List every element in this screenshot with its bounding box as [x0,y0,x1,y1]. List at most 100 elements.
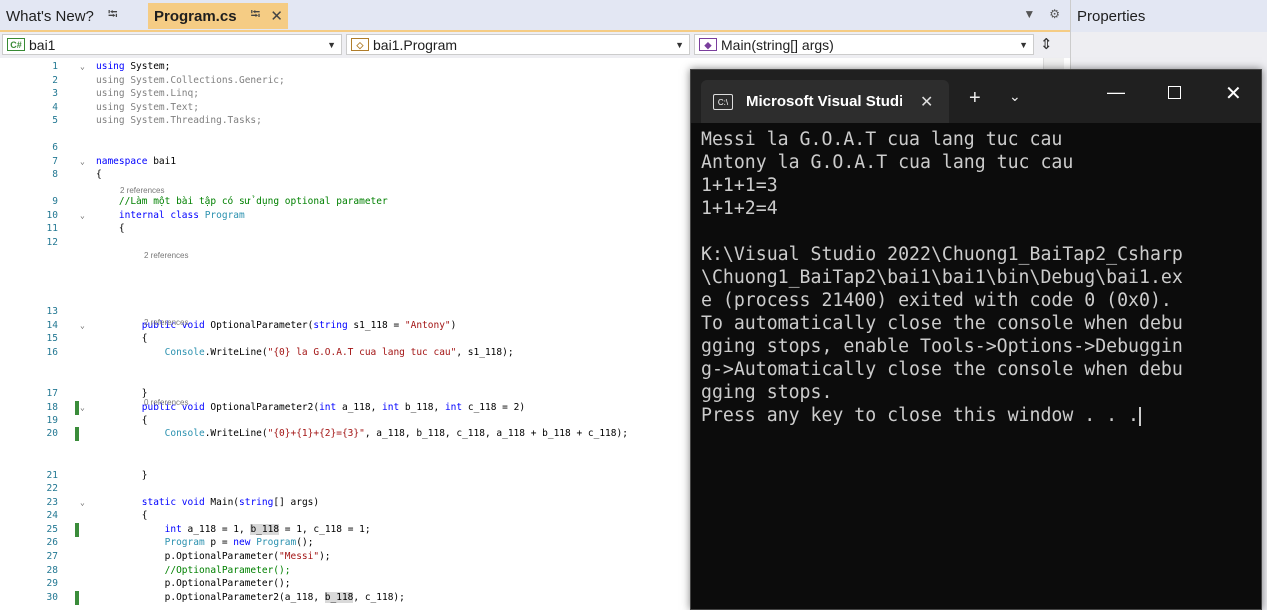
console-tab-title: Microsoft Visual Studio Debug Console [746,93,902,110]
line-number: 2 [52,75,58,86]
line-number: 26 [46,537,58,548]
method-icon: ◆ [699,38,717,51]
pin-icon[interactable]: ⭾ [251,5,261,27]
line-number: 13 [46,306,58,317]
code-text: p.OptionalParameter("Messi"); [96,551,331,562]
console-line: 1+1+1=3 [701,175,778,196]
class-dropdown-value: bai1.Program [373,36,458,53]
plus-icon[interactable]: + [969,87,981,110]
console-line: gging stops. [701,382,833,403]
code-text: using System; [96,61,171,72]
code-text: { [96,169,102,180]
text-cursor [1139,406,1141,426]
line-number: 12 [46,237,58,248]
line-number: 10 [46,210,58,221]
code-text: p.OptionalParameter(); [96,578,291,589]
line-number: 27 [46,551,58,562]
chevron-down-icon: ▼ [327,39,336,50]
line-number: 7 [52,156,58,167]
document-tab-bar: What's New? ⭾ Program.cs ⭾ ✕ ▼ ⚙ [0,0,1070,32]
console-output: Messi la G.O.A.T cua lang tuc cau Antony … [701,128,1241,427]
line-number: 29 [46,578,58,589]
code-text: { [96,223,125,234]
console-line: e (process 21400) exited with code 0 (0x… [701,290,1172,311]
tab-program-cs[interactable]: Program.cs ⭾ ✕ [148,3,288,29]
project-dropdown[interactable]: C# bai1 ▼ [2,34,342,55]
line-number: 24 [46,510,58,521]
line-number: 20 [46,428,58,439]
tab-whats-new[interactable]: What's New? ⭾ [0,3,140,29]
class-dropdown[interactable]: ◇ bai1.Program ▼ [346,34,690,55]
console-line: K:\Visual Studio 2022\Chuong1_BaiTap2_Cs… [701,244,1183,265]
project-dropdown-value: bai1 [29,36,56,53]
properties-title: Properties [1071,0,1267,32]
split-editor-icon[interactable]: ⇕ [1040,35,1053,53]
code-text: { [96,333,148,344]
line-number: 22 [46,483,58,494]
console-line: Press any key to close this window . . . [701,405,1141,426]
line-number: 19 [46,415,58,426]
debug-console-window[interactable]: C:\ Microsoft Visual Studio Debug Consol… [690,69,1262,610]
line-number: 6 [52,142,58,153]
change-marker [75,427,79,441]
console-line: To automatically close the console when … [701,313,1183,334]
pin-icon[interactable]: ⭾ [108,5,118,27]
close-icon[interactable]: ✕ [270,7,283,25]
line-number: 17 [46,388,58,399]
tab-overflow-dropdown-icon[interactable]: ▼ [1023,7,1035,21]
code-text: Console.WriteLine("{0}+{1}+{2}={3}", a_1… [164,428,628,439]
codelens-references[interactable]: 2 references [144,317,188,328]
codelens-references[interactable]: 2 references [144,250,188,261]
code-text: using System.Threading.Tasks; [96,115,262,126]
console-tab[interactable]: C:\ Microsoft Visual Studio Debug Consol… [701,80,949,123]
window-close-icon[interactable]: ✕ [1225,81,1242,106]
code-text: static void Main(string[] args) [141,497,320,508]
csharp-project-icon: C# [7,38,25,51]
console-line: 1+1+2=4 [701,198,778,219]
tab-program-cs-label: Program.cs [154,7,237,25]
line-number: 5 [52,115,58,126]
code-text: Console.WriteLine("{0} la G.O.A.T cua la… [164,347,514,358]
minimize-icon[interactable]: — [1107,82,1125,103]
chevron-down-icon[interactable]: ⌄ [1009,88,1021,105]
line-number: 14 [46,320,58,331]
change-marker [75,591,79,605]
code-text: internal class Program [118,210,245,221]
close-icon[interactable]: ✕ [920,92,933,112]
line-number: 15 [46,333,58,344]
code-text: //Làm một bài tập có sử dụng optional pa… [118,196,388,207]
code-text: p.OptionalParameter2(a_118, b_118, c_118… [96,592,405,603]
chevron-down-icon: ▼ [1019,39,1028,50]
console-line: gging stops, enable Tools->Options->Debu… [701,336,1183,357]
line-number: 28 [46,565,58,576]
code-text: using System.Collections.Generic; [96,75,285,86]
console-line: Antony la G.O.A.T cua lang tuc cau [701,152,1074,173]
fold-toggle-icon[interactable]: ⌄ [80,155,85,169]
codelens-references[interactable]: 2 references [120,185,164,196]
code-text: using System.Text; [96,102,199,113]
line-number: 23 [46,497,58,508]
code-text: Program p = new Program(); [164,537,314,548]
fold-toggle-icon[interactable]: ⌄ [80,401,85,415]
line-number: 11 [46,223,58,234]
console-titlebar: C:\ Microsoft Visual Studio Debug Consol… [691,70,1261,123]
fold-toggle-icon[interactable]: ⌄ [80,496,85,510]
line-number: 30 [46,592,58,603]
maximize-icon[interactable] [1168,86,1181,99]
navigation-bar: C# bai1 ▼ ◇ bai1.Program ▼ ◆ Main(string… [0,32,1070,59]
fold-toggle-icon[interactable]: ⌄ [80,209,85,223]
gear-icon[interactable]: ⚙ [1049,7,1060,21]
member-dropdown[interactable]: ◆ Main(string[] args) ▼ [694,34,1034,55]
line-number: 3 [52,88,58,99]
line-number: 18 [46,402,58,413]
code-text: using System.Linq; [96,88,199,99]
code-text: } [96,388,148,399]
change-marker [75,523,79,537]
code-text: //OptionalParameter(); [164,565,291,576]
tab-whats-new-label: What's New? [6,7,94,25]
fold-toggle-icon[interactable]: ⌄ [80,319,85,333]
line-number: 25 [46,524,58,535]
fold-toggle-icon[interactable]: ⌄ [80,60,85,74]
line-number: 9 [52,196,58,207]
codelens-references[interactable]: 0 references [144,397,188,408]
